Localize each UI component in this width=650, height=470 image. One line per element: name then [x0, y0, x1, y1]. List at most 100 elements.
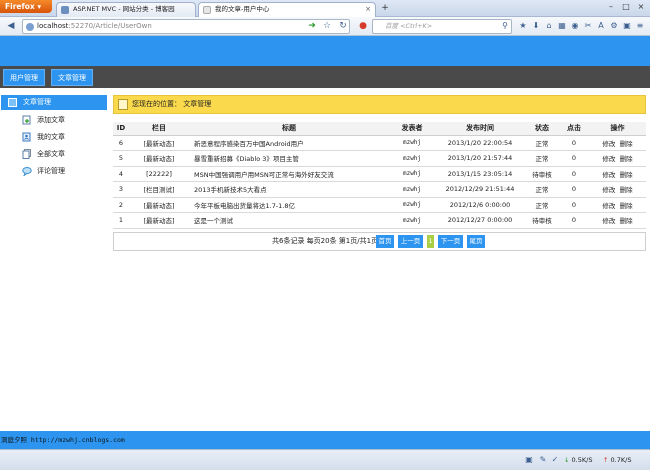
new-tab-button[interactable]: + [378, 3, 392, 15]
address-bar[interactable]: localhost:52270/Article/UserOwn [22, 19, 350, 34]
row-category: [最新动态] [129, 135, 189, 151]
column-header: 栏目 [129, 122, 189, 136]
wrench-icon[interactable]: ✎ [538, 455, 548, 465]
addon-bar-icon[interactable]: ✓ [550, 455, 560, 465]
folder-icon [8, 98, 17, 107]
history-icon[interactable]: ◉ [570, 21, 580, 31]
tab-my-articles[interactable]: 我的文章-用户中心 × [198, 2, 376, 17]
column-header: 操作 [589, 122, 646, 136]
row-id: 3 [113, 181, 129, 198]
bookmarks-icon[interactable]: ★ [518, 21, 528, 31]
row-author: mzwhj [389, 166, 435, 182]
current-page[interactable]: 1 [427, 235, 434, 248]
sidebar: 文章管理 添加文章 我的文章 全部文章 评论管理 [1, 95, 107, 435]
close-tab-icon[interactable]: × [365, 3, 371, 16]
tab-favicon-icon [203, 6, 211, 14]
tab-label: 我的文章-用户中心 [215, 5, 270, 13]
back-icon[interactable]: ◀ [4, 19, 18, 33]
upload-speed: ↑ 0.7K/S [603, 456, 632, 464]
addon-icon[interactable]: ▣ [622, 21, 632, 31]
notice-icon [118, 99, 128, 110]
row-status: 正常 [525, 181, 559, 198]
search-icon[interactable]: ⚲ [500, 21, 510, 31]
edit-link[interactable]: 修改 [602, 155, 615, 163]
comment-icon [22, 167, 32, 176]
row-clicks: 0 [559, 150, 589, 167]
row-status: 正常 [525, 197, 559, 213]
column-header: 发表者 [389, 122, 435, 136]
firefox-menu-button[interactable]: Firefox ▾ [0, 0, 52, 13]
minimize-icon[interactable]: – [604, 1, 618, 13]
column-header: 点击 [559, 122, 589, 136]
pagination-info: 共6条记录 每页20条 第1页/共1页 [272, 237, 379, 245]
row-category: [最新动态] [129, 212, 189, 229]
download-icon[interactable]: ⬇ [531, 21, 541, 31]
bookmark-star-icon[interactable]: ☆ [320, 19, 334, 33]
delete-link[interactable]: 删除 [620, 217, 633, 225]
menu-icon[interactable]: ≡ [635, 21, 645, 31]
row-clicks: 0 [559, 135, 589, 151]
table-row: 1 [最新动态] 这是一个测试 mzwhj 2012/12/27 0:00:00… [113, 212, 646, 229]
next-page-button[interactable]: 下一页 [438, 235, 463, 248]
row-clicks: 0 [559, 197, 589, 213]
row-title-link[interactable]: 2013手机新技术5大看点 [189, 181, 389, 198]
row-author: mzwhj [389, 150, 435, 167]
close-window-icon[interactable]: × [634, 1, 648, 13]
article-table: ID 栏目 标题 发表者 发布时间 状态 点击 操作 6 [最新动态] 新恶意程… [113, 122, 646, 229]
first-page-button[interactable]: 首页 [376, 235, 394, 248]
arrow-down-icon: ↓ [564, 456, 570, 464]
row-author: mzwhj [389, 181, 435, 198]
row-time: 2012/12/27 0:00:00 [435, 212, 525, 229]
home-icon[interactable]: ⌂ [544, 21, 554, 31]
search-input[interactable]: 百度 <Ctrl+K> [372, 19, 512, 34]
row-title-link[interactable]: 新恶意程序感染百万中国Android用户 [189, 135, 389, 151]
row-time: 2013/1/15 23:05:14 [435, 166, 525, 182]
edit-link[interactable]: 修改 [602, 202, 615, 210]
row-category: [栏目测试] [129, 181, 189, 198]
table-row: 5 [最新动态] 暴雪重新招募《Diablo 3》项目主管 mzwhj 2013… [113, 150, 646, 167]
grid-icon[interactable]: ▦ [557, 21, 567, 31]
row-category: [22222] [129, 166, 189, 182]
translate-icon[interactable]: A [596, 21, 606, 31]
screenshot-icon[interactable]: ✂ [583, 21, 593, 31]
delete-link[interactable]: 删除 [620, 155, 633, 163]
edit-link[interactable]: 修改 [602, 217, 615, 225]
page-icon[interactable]: ▣ [524, 455, 534, 465]
maximize-icon[interactable]: □ [619, 1, 633, 13]
menu-user-management[interactable]: 用户管理 [3, 69, 45, 86]
gear-icon[interactable]: ⚙ [609, 21, 619, 31]
user-document-icon [22, 132, 31, 142]
row-title-link[interactable]: 这是一个测试 [189, 212, 389, 229]
table-header-row: ID 栏目 标题 发表者 发布时间 状态 点击 操作 [113, 122, 646, 136]
last-page-button[interactable]: 尾页 [467, 235, 485, 248]
sidebar-header[interactable]: 文章管理 [1, 95, 107, 110]
row-time: 2013/1/20 21:57:44 [435, 150, 525, 167]
browser-navbar: ◀ localhost:52270/Article/UserOwn ➜ ☆ ↻ … [0, 17, 650, 36]
delete-link[interactable]: 删除 [620, 202, 633, 210]
row-status: 正常 [525, 135, 559, 151]
edit-link[interactable]: 修改 [602, 140, 615, 148]
sidebar-item-comments[interactable]: 评论管理 [21, 164, 65, 178]
reload-icon[interactable]: ↻ [336, 19, 350, 33]
row-clicks: 0 [559, 166, 589, 182]
browser-statusbar: ▣ ✎ ✓ ↓ 0.5K/S ↑ 0.7K/S [0, 449, 650, 470]
delete-link[interactable]: 删除 [620, 186, 633, 194]
column-header: ID [113, 122, 129, 136]
row-title-link[interactable]: 今年平板电脑出货量将达1.7-1.8亿 [189, 197, 389, 213]
menu-article-management[interactable]: 文章管理 [51, 69, 93, 86]
prev-page-button[interactable]: 上一页 [398, 235, 423, 248]
row-title-link[interactable]: MSN中国强调用户用MSN可正常与海外好友交流 [189, 166, 389, 182]
tab-aspnet-mvc[interactable]: ASP.NET MVC - 网站分类 - 博客园 [56, 2, 196, 17]
search-engine-icon[interactable]: ● [356, 19, 370, 33]
sidebar-item-my-articles[interactable]: 我的文章 [21, 130, 65, 144]
sidebar-item-all-articles[interactable]: 全部文章 [21, 147, 65, 161]
site-footer: 洞庭夕照 http://mzwhj.cnblogs.com [0, 431, 650, 449]
delete-link[interactable]: 删除 [620, 140, 633, 148]
sidebar-item-add-article[interactable]: 添加文章 [21, 113, 65, 127]
delete-link[interactable]: 删除 [620, 171, 633, 179]
edit-link[interactable]: 修改 [602, 171, 615, 179]
row-title-link[interactable]: 暴雪重新招募《Diablo 3》项目主管 [189, 150, 389, 167]
edit-link[interactable]: 修改 [602, 186, 615, 194]
top-menu-bar: 用户管理 文章管理 [0, 66, 650, 88]
go-icon[interactable]: ➜ [305, 19, 319, 33]
